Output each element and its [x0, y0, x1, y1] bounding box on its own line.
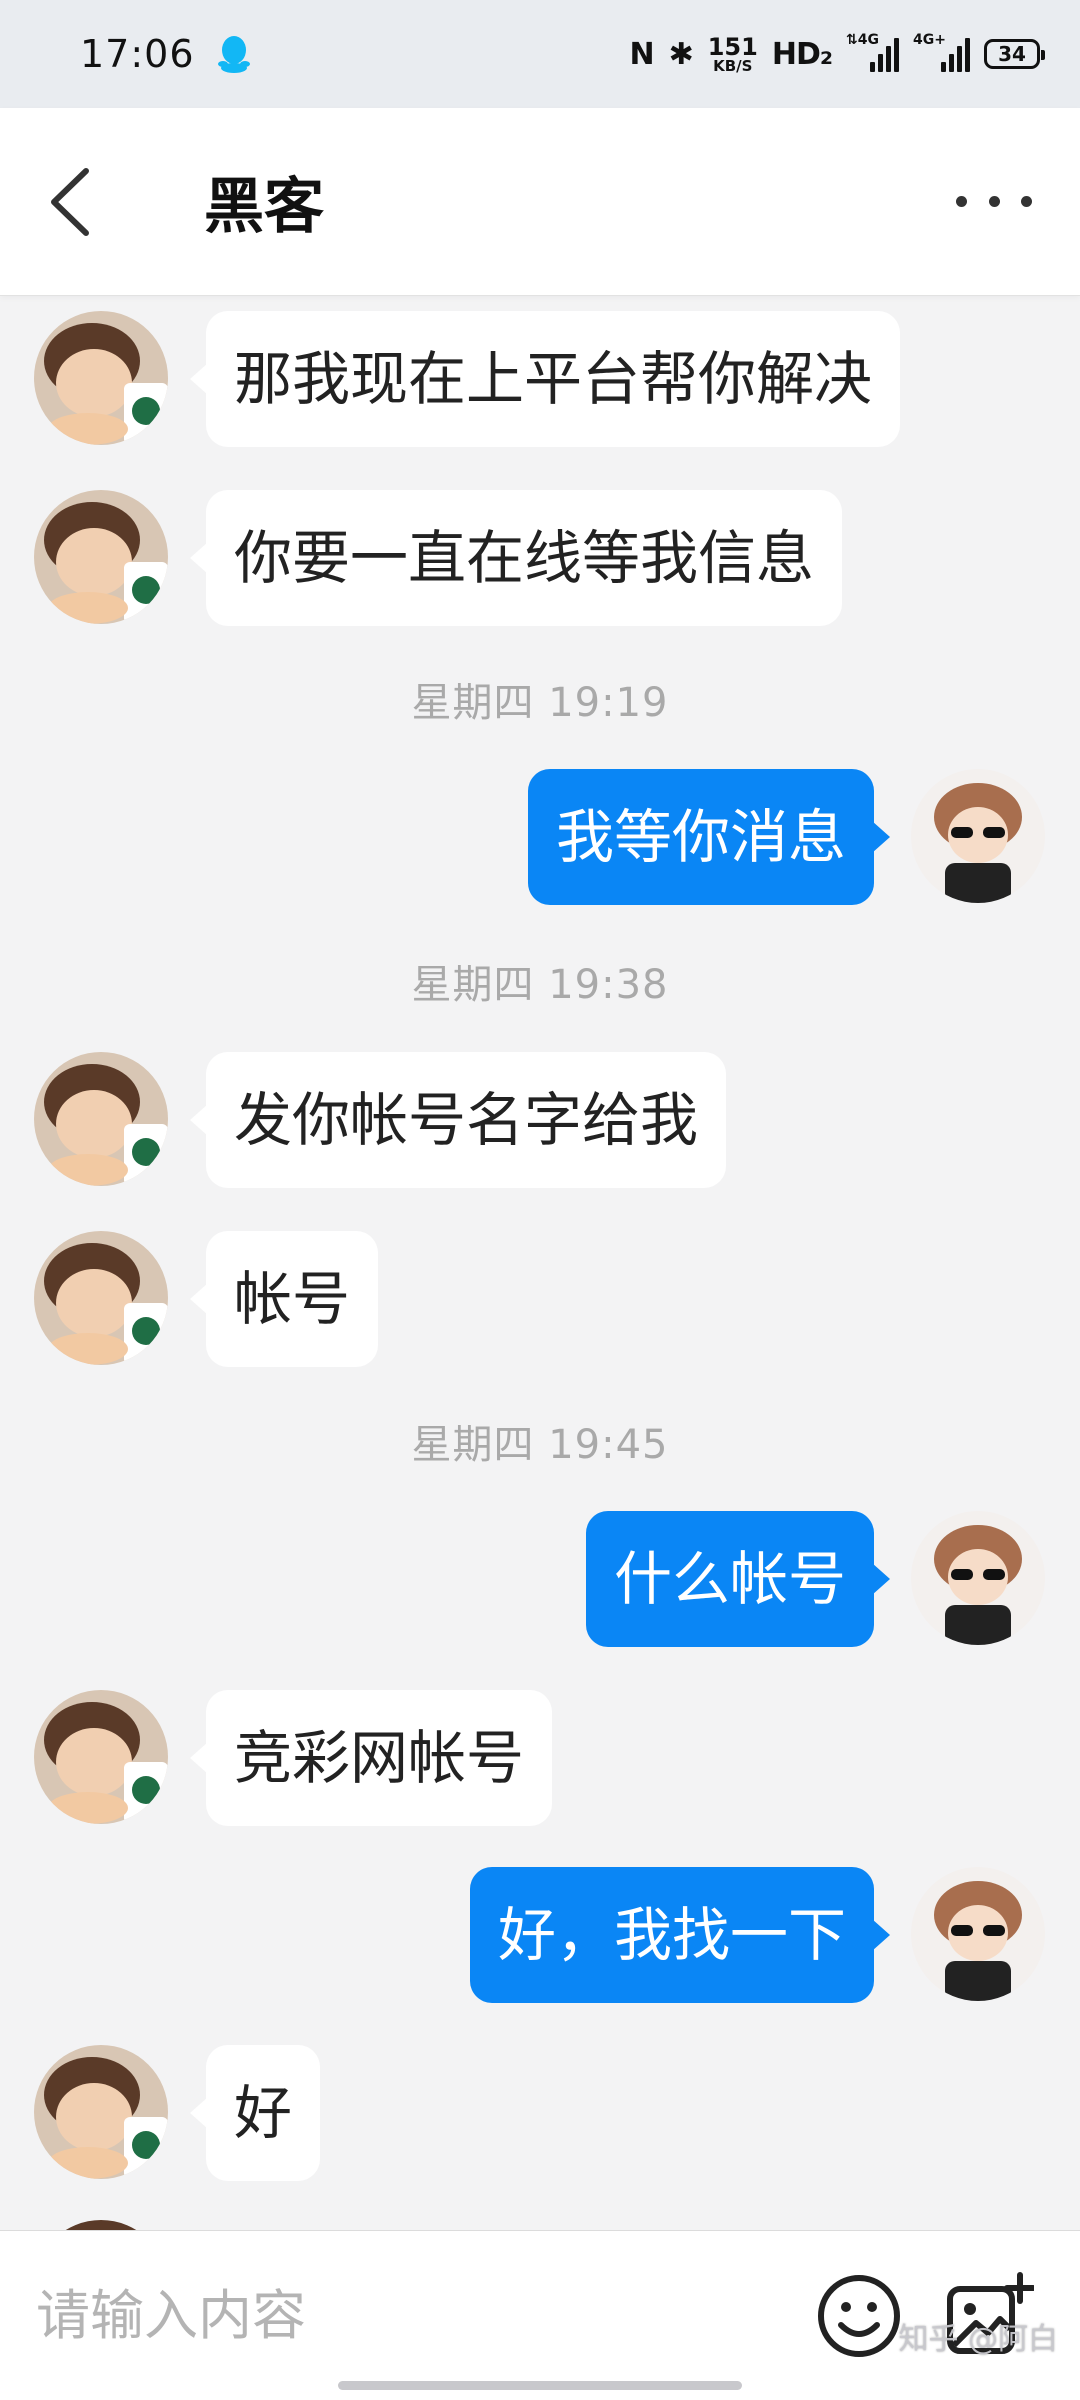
chat-screen: 17:06 N ✱ 151 KB/S HD₂ ⇅4G 4G+ 34 黑客 那我现…	[0, 0, 1080, 2400]
hd-voice-icon: HD₂	[771, 36, 833, 72]
message-timestamp: 星期四 19:19	[411, 680, 669, 726]
contact-avatar[interactable]	[34, 490, 168, 624]
message-input[interactable]	[36, 2260, 776, 2371]
watermark: 知乎 @阿白	[898, 2322, 1058, 2357]
message-timestamp: 星期四 19:45	[411, 1422, 669, 1468]
more-dot-icon	[1021, 196, 1032, 207]
chat-title: 黑客	[204, 172, 324, 242]
signal-sim1-label: ⇅4G	[846, 32, 879, 48]
bluetooth-icon: ✱	[668, 36, 694, 72]
more-options-button[interactable]	[956, 172, 1032, 232]
outgoing-message-bubble[interactable]: 什么帐号	[585, 1511, 891, 1647]
contact-avatar[interactable]	[34, 1690, 168, 1824]
status-bar: 17:06 N ✱ 151 KB/S HD₂ ⇅4G 4G+ 34	[0, 0, 1080, 108]
status-indicators: N ✱ 151 KB/S HD₂ ⇅4G 4G+ 34	[629, 32, 1045, 74]
qq-notification-icon	[217, 36, 250, 73]
network-speed-value: 151	[707, 32, 758, 61]
signal-sim1-icon: ⇅4G	[846, 32, 899, 72]
my-avatar[interactable]	[911, 769, 1045, 903]
network-speed-unit: KB/S	[713, 56, 753, 75]
incoming-message-bubble[interactable]: 帐号	[189, 1231, 379, 1367]
emoji-icon[interactable]	[814, 2271, 904, 2361]
battery-icon: 34	[984, 39, 1045, 69]
incoming-message-bubble[interactable]: 竞彩网帐号	[189, 1690, 553, 1826]
message-list[interactable]: 那我现在上平台帮你解决 你要一直在线等我信息 星期四 19:19 我等你消息 星…	[0, 296, 1080, 2230]
back-arrow-icon	[51, 167, 89, 236]
back-button[interactable]	[48, 152, 148, 252]
network-speed: 151 KB/S	[708, 35, 758, 74]
outgoing-message-bubble[interactable]: 我等你消息	[527, 769, 891, 905]
contact-avatar[interactable]	[34, 2220, 168, 2230]
battery-level: 34	[998, 42, 1026, 66]
contact-avatar[interactable]	[34, 2045, 168, 2179]
home-indicator[interactable]	[338, 2381, 742, 2390]
contact-avatar[interactable]	[34, 1052, 168, 1186]
incoming-message-bubble[interactable]: 那我现在上平台帮你解决	[189, 311, 901, 447]
incoming-message-bubble[interactable]: 发你帐号名字给我	[189, 1052, 727, 1188]
my-avatar[interactable]	[911, 1867, 1045, 2001]
more-dot-icon	[988, 196, 1000, 207]
nfc-icon: N	[629, 36, 655, 72]
signal-sim2-label: 4G+	[913, 32, 946, 48]
outgoing-message-bubble[interactable]: 好，我找一下	[469, 1867, 891, 2003]
chat-header: 黑客	[0, 108, 1080, 296]
contact-avatar[interactable]	[34, 1231, 168, 1365]
message-timestamp: 星期四 19:38	[411, 962, 669, 1008]
my-avatar[interactable]	[911, 1511, 1045, 1645]
input-bar: 知乎 @阿白	[0, 2230, 1080, 2400]
status-time: 17:06	[80, 32, 195, 76]
signal-sim2-icon: 4G+	[913, 32, 970, 72]
incoming-message-bubble[interactable]: 好	[189, 2045, 321, 2181]
contact-avatar[interactable]	[34, 311, 168, 445]
incoming-message-bubble[interactable]: 你要一直在线等我信息	[189, 490, 843, 626]
more-dot-icon	[956, 196, 967, 207]
